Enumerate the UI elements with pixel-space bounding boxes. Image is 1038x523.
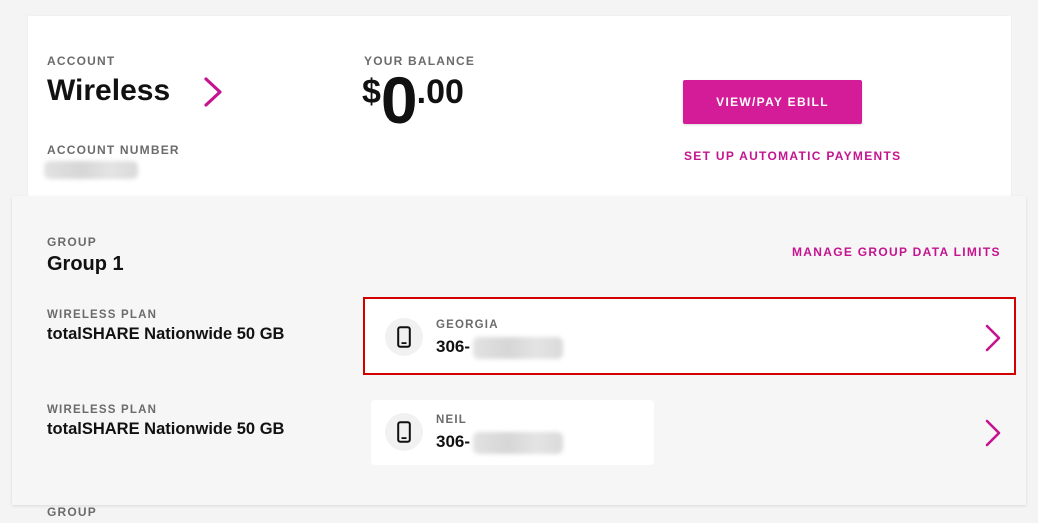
account-number-label: ACCOUNT NUMBER bbox=[47, 143, 180, 157]
wireless-plan-name: totalSHARE Nationwide 50 GB bbox=[47, 325, 285, 343]
line-phone-number: 306- bbox=[436, 432, 471, 451]
chevron-right-icon[interactable] bbox=[202, 76, 224, 108]
chevron-right-icon[interactable] bbox=[984, 323, 1002, 353]
balance-whole: 0 bbox=[380, 63, 418, 137]
group-label: GROUP bbox=[47, 235, 98, 249]
group-name: Group 1 bbox=[47, 253, 124, 275]
wireless-plan-label: WIRELESS PLAN bbox=[47, 404, 158, 416]
mobile-phone-icon bbox=[397, 421, 411, 443]
account-number-redacted bbox=[44, 161, 138, 179]
account-name-link[interactable]: Wireless bbox=[47, 74, 170, 108]
phone-icon-wrap bbox=[385, 318, 423, 356]
balance-currency: $ bbox=[362, 73, 381, 111]
phone-icon-wrap bbox=[385, 413, 423, 451]
line-card-neil[interactable]: NEIL 306- bbox=[371, 400, 654, 465]
balance-amount: $ 0 .00 bbox=[362, 63, 464, 137]
line-owner-name: NEIL bbox=[436, 414, 467, 426]
manage-group-data-limits-link[interactable]: MANAGE GROUP DATA LIMITS bbox=[792, 245, 1001, 259]
view-pay-ebill-button[interactable]: VIEW/PAY EBILL bbox=[683, 80, 862, 124]
phone-number-redacted bbox=[473, 337, 563, 359]
mobile-phone-icon bbox=[397, 326, 411, 348]
account-summary-card: ACCOUNT Wireless ACCOUNT NUMBER YOUR BAL… bbox=[28, 16, 1011, 216]
group-panel: GROUP Group 1 MANAGE GROUP DATA LIMITS W… bbox=[12, 196, 1026, 505]
line-owner-name: GEORGIA bbox=[436, 319, 499, 331]
phone-number-redacted bbox=[473, 432, 563, 454]
chevron-right-icon[interactable] bbox=[984, 418, 1002, 448]
line-card-georgia[interactable]: GEORGIA 306- bbox=[363, 297, 1016, 375]
line-phone-number: 306- bbox=[436, 337, 471, 356]
account-label: ACCOUNT bbox=[47, 54, 116, 68]
balance-cents: .00 bbox=[416, 73, 464, 111]
wireless-plan-name: totalSHARE Nationwide 50 GB bbox=[47, 420, 285, 438]
wireless-plan-label: WIRELESS PLAN bbox=[47, 309, 158, 321]
next-group-label: GROUP bbox=[47, 505, 98, 519]
setup-autopay-link[interactable]: SET UP AUTOMATIC PAYMENTS bbox=[684, 149, 901, 163]
